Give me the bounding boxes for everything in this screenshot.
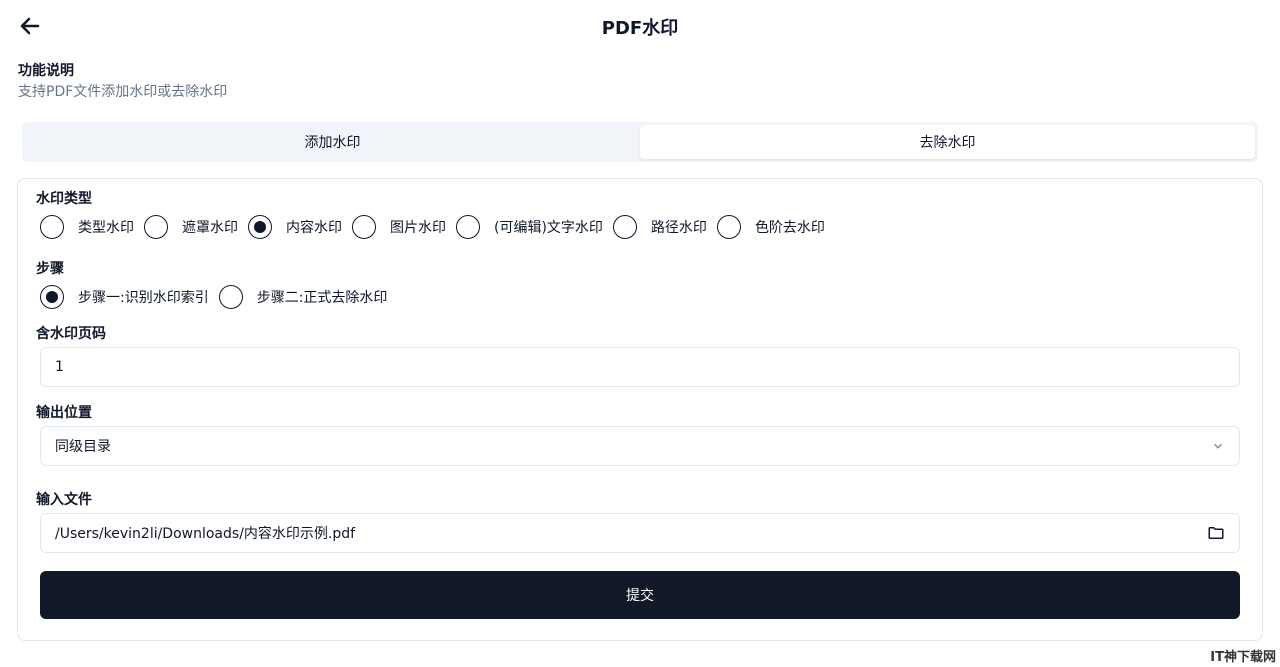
radio-circle-icon — [716, 215, 741, 239]
pages-label: 含水印页码 — [36, 326, 106, 342]
output-label: 输出位置 — [36, 405, 92, 421]
watermark-type-radio[interactable]: 遮罩水印 — [144, 215, 238, 239]
description-text: 支持PDF文件添加水印或去除水印 — [18, 84, 228, 100]
step-label: 步骤 — [36, 261, 64, 277]
pages-input[interactable]: 1 — [40, 347, 1240, 387]
output-select[interactable]: 同级目录 — [40, 426, 1240, 466]
step-radio-group: 步骤一:识别水印索引 步骤二:正式去除水印 — [40, 285, 397, 309]
step-radio-label: 步骤一:识别水印索引 — [78, 290, 209, 306]
step-radio[interactable]: 步骤二:正式去除水印 — [218, 285, 388, 309]
folder-icon[interactable] — [1207, 524, 1225, 542]
watermark-type-radio-label: 路径水印 — [650, 220, 707, 236]
page-title: PDF水印 — [601, 18, 679, 39]
radio-circle-icon — [144, 215, 168, 239]
watermark-type-radio[interactable]: 图片水印 — [352, 215, 446, 239]
watermark-logo: IT神下载网 — [1210, 650, 1276, 665]
watermark-type-radio[interactable]: (可编辑)文字水印 — [456, 215, 603, 239]
form-card: 水印类型 类型水印 遮罩水印 内容水印 图片水印 (可编辑)文字水印 路径水印 色阶去水印 … — [17, 178, 1263, 641]
step-radio[interactable]: 步骤一:识别水印索引 — [40, 285, 209, 309]
submit-button[interactable]: 提交 — [40, 571, 1240, 619]
radio-circle-icon — [40, 285, 64, 309]
output-value: 同级目录 — [55, 439, 111, 455]
pages-value: 1 — [55, 359, 64, 375]
radio-circle-icon — [218, 285, 243, 309]
tab-add-watermark[interactable]: 添加水印 — [25, 125, 640, 159]
watermark-type-radio-label: 色阶去水印 — [754, 220, 825, 236]
watermark-type-radio-label: (可编辑)文字水印 — [494, 220, 603, 236]
input-file-field[interactable]: /Users/kevin2li/Downloads/内容水印示例.pdf — [40, 513, 1240, 553]
radio-circle-icon — [248, 215, 272, 239]
watermark-type-radio-label: 遮罩水印 — [182, 220, 238, 236]
radio-circle-icon — [612, 215, 637, 239]
watermark-type-label: 水印类型 — [36, 191, 92, 207]
watermark-type-radio-label: 图片水印 — [390, 220, 446, 236]
description-heading: 功能说明 — [18, 63, 74, 79]
watermark-type-radio[interactable]: 内容水印 — [248, 215, 342, 239]
radio-circle-icon — [456, 215, 480, 239]
chevron-down-icon — [1214, 443, 1222, 449]
input-file-value: /Users/kevin2li/Downloads/内容水印示例.pdf — [55, 526, 356, 542]
radio-circle-icon — [352, 215, 376, 239]
mode-tabs: 添加水印 去除水印 — [22, 122, 1258, 162]
header: PDF水印 — [0, 0, 1280, 52]
radio-circle-icon — [40, 215, 64, 239]
watermark-type-radio-label: 内容水印 — [286, 220, 342, 236]
watermark-type-radio[interactable]: 类型水印 — [40, 215, 134, 239]
watermark-type-radio[interactable]: 色阶去水印 — [716, 215, 825, 239]
tab-remove-watermark[interactable]: 去除水印 — [640, 125, 1255, 159]
watermark-type-radio[interactable]: 路径水印 — [612, 215, 707, 239]
input-file-label: 输入文件 — [36, 492, 92, 508]
watermark-type-radio-label: 类型水印 — [78, 220, 134, 236]
watermark-type-radio-group: 类型水印 遮罩水印 内容水印 图片水印 (可编辑)文字水印 路径水印 色阶去水印 — [40, 215, 835, 239]
step-radio-label: 步骤二:正式去除水印 — [256, 290, 388, 306]
